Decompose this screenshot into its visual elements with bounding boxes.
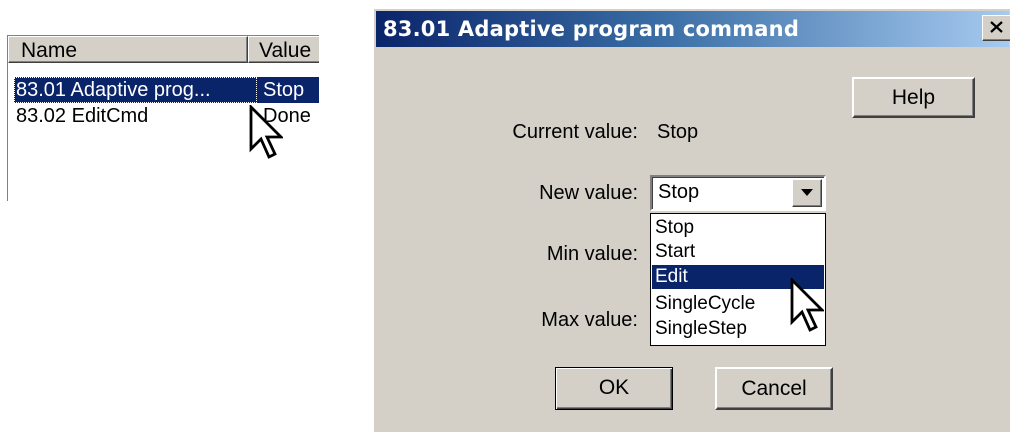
close-button[interactable]: [982, 15, 1010, 41]
arrow-cursor-icon: [249, 105, 283, 159]
title-bar[interactable]: 83.01 Adaptive program command: [376, 11, 1009, 47]
dropdown-option-stop[interactable]: Stop: [652, 216, 824, 240]
new-value-label: New value:: [539, 182, 638, 204]
arrow-cursor-icon: [790, 278, 824, 332]
column-header-value[interactable]: Value: [248, 36, 319, 63]
dropdown-arrow-icon: [801, 189, 813, 196]
close-icon: [990, 21, 1003, 33]
dropdown-option-start[interactable]: Start: [652, 240, 824, 264]
list-item-name: 83.01 Adaptive prog...: [14, 77, 257, 103]
current-value: Stop: [657, 121, 699, 143]
max-value-label: Max value:: [541, 309, 638, 331]
list-item[interactable]: 83.01 Adaptive prog... Stop: [14, 77, 319, 103]
ok-button[interactable]: OK: [555, 367, 673, 410]
list-item-name: 83.02 EditCmd: [16, 105, 149, 127]
list-header: Name Value: [8, 36, 319, 65]
column-header-name[interactable]: Name: [8, 36, 248, 63]
min-value-label: Min value:: [546, 243, 638, 265]
dialog-title: 83.01 Adaptive program command: [383, 17, 800, 41]
list-item-value: Stop: [257, 77, 319, 103]
new-value-select[interactable]: Stop: [650, 175, 826, 211]
dropdown-toggle-button[interactable]: [792, 179, 822, 207]
parameter-dialog: 83.01 Adaptive program command Help Curr…: [373, 8, 1010, 432]
current-value-label: Current value:: [512, 121, 638, 143]
help-button[interactable]: Help: [852, 77, 975, 118]
new-value-selected: Stop: [658, 181, 700, 203]
cancel-button[interactable]: Cancel: [715, 367, 833, 410]
